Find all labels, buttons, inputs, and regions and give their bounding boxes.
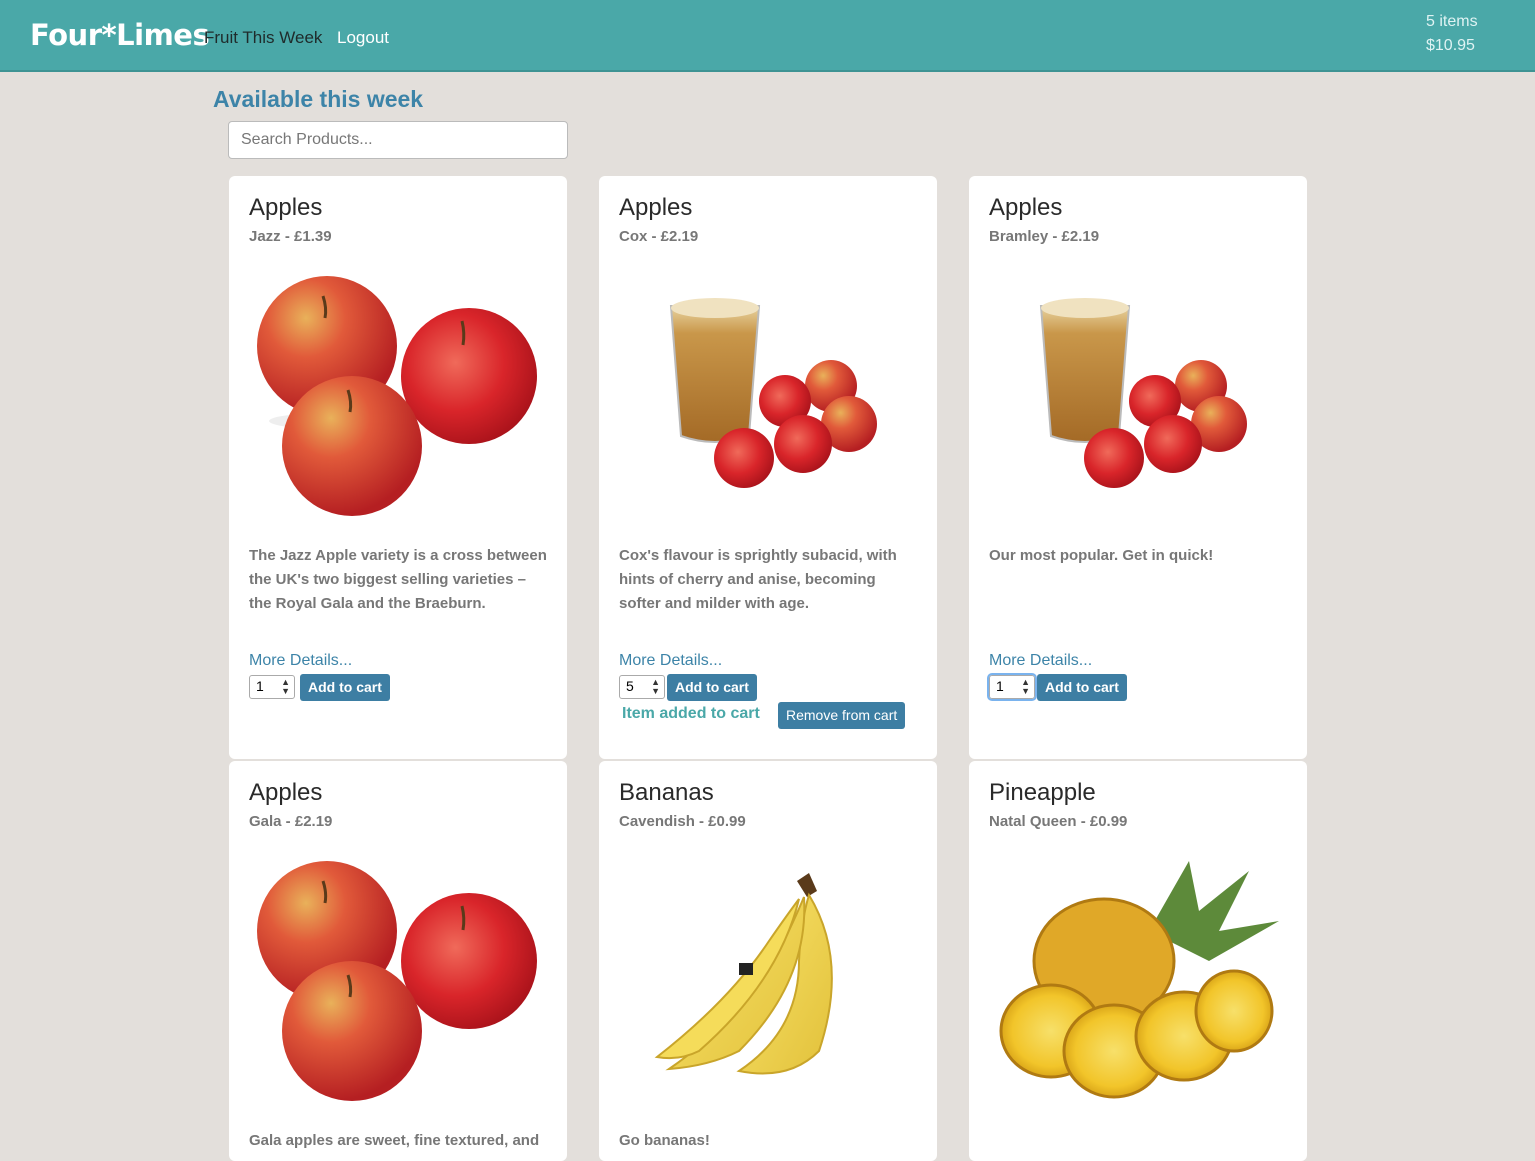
- nav-fruit-this-week[interactable]: Fruit This Week: [204, 28, 322, 48]
- cart-total: $10.95: [1426, 37, 1475, 54]
- remove-from-cart-button[interactable]: Remove from cart: [778, 702, 906, 729]
- spinner-icon[interactable]: ▲ ▼: [1021, 678, 1030, 696]
- page-title: Available this week: [213, 86, 424, 112]
- product-description: Go bananas!: [619, 1132, 710, 1149]
- product-variety-price: Natal Queen - £0.99: [989, 813, 1128, 830]
- search-input[interactable]: [228, 121, 568, 159]
- quantity-stepper[interactable]: 1 ▲ ▼: [987, 673, 1037, 701]
- spinner-icon[interactable]: ▲ ▼: [281, 678, 290, 696]
- product-card: Apples Jazz - £1.39 The Jazz Apple varie…: [229, 176, 567, 759]
- product-name: Apples: [989, 194, 1063, 221]
- apple-juice-image: [669, 298, 877, 488]
- cart-summary[interactable]: 5 items $10.95: [1426, 10, 1478, 58]
- quantity-stepper[interactable]: 5 ▲ ▼: [619, 675, 665, 699]
- spinner-icon[interactable]: ▲ ▼: [651, 678, 660, 696]
- product-description: Gala apples are sweet, fine textured, an…: [249, 1132, 540, 1149]
- product-card: Bananas Cavendish - £0.99 Go bananas!: [599, 761, 937, 1161]
- more-details-link[interactable]: More Details...: [619, 652, 722, 670]
- add-to-cart-button[interactable]: Add to cart: [667, 674, 757, 701]
- add-to-cart-button[interactable]: Add to cart: [300, 674, 390, 701]
- cart-count: 5 items: [1426, 13, 1478, 30]
- product-name: Apples: [249, 194, 323, 221]
- product-card: Apples Bramley - £2.19 Our most popular.…: [969, 176, 1307, 759]
- quantity-value: 5: [626, 678, 634, 694]
- navbar: Four*Limes Fruit This Week Logout 5 item…: [0, 0, 1535, 72]
- product-card: Apples Cox - £2.19 Cox's flavour is spri…: [599, 176, 937, 759]
- product-card: Pineapple Natal Queen - £0.99: [969, 761, 1307, 1161]
- product-description: The Jazz Apple variety is a cross betwee…: [249, 547, 547, 612]
- quantity-value: 1: [996, 678, 1004, 694]
- apple-juice-image: [1039, 298, 1247, 488]
- item-added-message: Item added to cart: [622, 705, 760, 722]
- product-description: Our most popular. Get in quick!: [989, 547, 1214, 564]
- more-details-link[interactable]: More Details...: [249, 652, 352, 670]
- product-variety-price: Cavendish - £0.99: [619, 813, 746, 830]
- product-card: Apples Gala - £2.19 Gala apples are swee…: [229, 761, 567, 1161]
- product-name: Apples: [619, 194, 693, 221]
- product-variety-price: Cox - £2.19: [619, 228, 699, 245]
- product-variety-price: Gala - £2.19: [249, 813, 333, 830]
- product-description: Cox's flavour is sprightly subacid, with…: [619, 547, 897, 612]
- pineapple-image: [999, 861, 1279, 1099]
- product-variety-price: Bramley - £2.19: [989, 228, 1100, 245]
- quantity-stepper[interactable]: 1 ▲ ▼: [249, 675, 295, 699]
- product-name: Bananas: [619, 779, 714, 806]
- more-details-link[interactable]: More Details...: [989, 652, 1092, 670]
- nav-logout[interactable]: Logout: [337, 28, 389, 48]
- quantity-value: 1: [256, 678, 264, 694]
- bananas-image: [654, 873, 833, 1075]
- three-apples-image: [257, 276, 537, 516]
- product-variety-price: Jazz - £1.39: [249, 228, 332, 245]
- brand-logo[interactable]: Four*Limes: [30, 18, 210, 52]
- product-name: Pineapple: [989, 779, 1096, 806]
- add-to-cart-button[interactable]: Add to cart: [1037, 674, 1127, 701]
- three-apples-image: [257, 861, 537, 1101]
- product-name: Apples: [249, 779, 323, 806]
